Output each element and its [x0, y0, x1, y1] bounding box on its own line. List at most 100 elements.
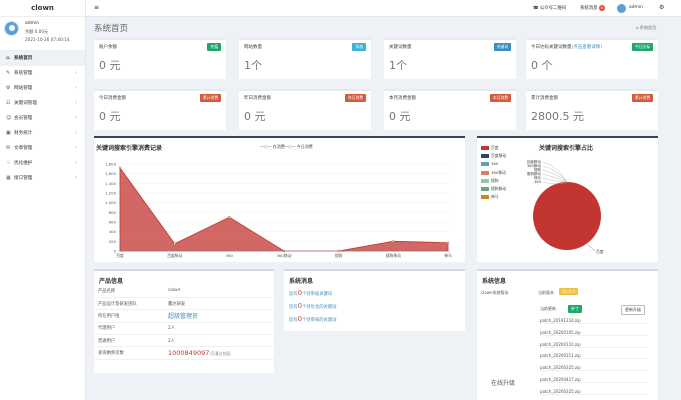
card-tag[interactable]: 累计消费: [199, 94, 221, 102]
stat-card: 网站数量 添加 1个: [239, 38, 371, 79]
card-tag[interactable]: 关键词: [493, 43, 511, 51]
patch-item[interactable]: patch_20200325.zip: [540, 365, 648, 372]
row-key: 普通用户: [94, 334, 164, 348]
row-value: 2人: [168, 338, 176, 344]
home-icon: ⌂: [636, 25, 639, 30]
consumption-chart-panel: 关键词搜索引擎消费记录 —○— 在消费 —○— 今日消费 1,800 1,600 1,4…: [94, 136, 465, 262]
table-row: 查询剩余次数 1000849097(可通过充值): [94, 346, 274, 360]
sidebar: clown admin 余额 0.00元 2021-10-26 07:40:14…: [0, 0, 86, 400]
breadcrumb-label: 系统首页: [639, 25, 657, 30]
card-value: 2800.5 元: [531, 110, 584, 123]
sidebar-item-4[interactable]: ☺ 会员管理 ‹: [0, 111, 85, 126]
leader-line: [542, 177, 568, 183]
patch-item[interactable]: patch_20200417.zip: [540, 377, 648, 383]
legend-label: —○— 在消费: [260, 143, 285, 149]
qr-code-link[interactable]: ☎ 公众号二维码: [533, 5, 566, 11]
msg-prefix: 您有: [289, 318, 298, 323]
y-tick-label: 200: [109, 239, 117, 244]
pie-slice: [533, 182, 601, 250]
row-value-cell: clown: [164, 285, 274, 298]
engine-pie-chart: 百度移动360移动搜狗搜狗移动神马360百度: [527, 159, 604, 254]
version-label: clown系统版本: [481, 290, 509, 295]
stat-card: 账户余额 充值 0 元: [94, 38, 226, 79]
card-tag[interactable]: 本月消费: [489, 94, 511, 102]
sidebar-item-label: 会员管理: [14, 116, 33, 121]
patch-item[interactable]: patch_20200105.zip: [540, 330, 648, 336]
breadcrumb[interactable]: ⌂系统首页: [636, 25, 656, 31]
menu-toggle-icon[interactable]: ≡: [94, 4, 99, 11]
card-tag[interactable]: 添加: [352, 43, 366, 51]
sidebar-item-5[interactable]: ▣ 财务统计 ‹: [0, 126, 85, 141]
row-key: 所在用户组: [94, 309, 164, 323]
data-point: [173, 242, 176, 245]
chevron-left-icon: ‹: [75, 175, 77, 181]
data-point: [392, 240, 395, 243]
card-tag[interactable]: 昨日消费: [344, 94, 366, 102]
sidebar-item-3[interactable]: ☷ 关键词管理 ‹: [0, 96, 85, 111]
card-tag[interactable]: 累计消费: [631, 94, 653, 102]
brand-logo[interactable]: clown: [0, 0, 85, 17]
user-panel: admin 余额 0.00元 2021-10-26 07:40:14: [0, 17, 85, 51]
card-value: 0 个: [531, 59, 553, 72]
product-info-table: 产品名称 clown 产品设计及研发团队 鑫达研发 所在用户组 超级管理员 代理用户 2人 普通…: [94, 285, 274, 360]
sidebar-item-8[interactable]: ▦ 接口管理 ‹: [0, 171, 85, 186]
patch-item[interactable]: patch_20200325.zip: [540, 389, 648, 395]
patch-item[interactable]: patch_20191216.zip: [540, 318, 648, 324]
sidebar-item-1[interactable]: ✎ 系统管理 ‹: [0, 66, 85, 81]
card-tag[interactable]: 充值: [207, 43, 221, 51]
stat-card: 关键词数量 关键词 1个: [384, 38, 516, 79]
page-title: 系统首页: [94, 24, 129, 34]
row-value: 超级管理员: [168, 313, 199, 321]
y-tick-label: 1,600: [105, 171, 116, 176]
patch-item[interactable]: patch_20200311.zip: [540, 353, 648, 360]
top-user-name[interactable]: admin: [629, 5, 643, 10]
chevron-left-icon: ‹: [75, 130, 77, 136]
row-value-cell: 1000849097(可通过充值): [164, 346, 274, 360]
y-tick-label: 1,200: [105, 191, 116, 196]
sidebar-menu: ⌂ 系统首页 ✎ 系统管理 ‹ ⚙ 网站管理 ‹ ☷ 关键词管理 ‹ ☺ 会员管理 ‹ ▣ 财务统计 ‹ ✉ 文章管…: [0, 51, 85, 186]
y-tick-label: 600: [109, 220, 117, 225]
sidebar-item-6[interactable]: ✉ 文章管理 ‹: [0, 141, 85, 156]
update-upgrade-button[interactable]: 更新升级: [621, 305, 645, 315]
y-tick-label: 1,000: [105, 200, 116, 205]
leader-line: [542, 169, 568, 183]
card-title: 关键词数量: [389, 45, 412, 50]
sidebar-item-label: 关键词管理: [14, 101, 37, 106]
card-value: 0 元: [244, 110, 266, 123]
pie-slice-label: 360: [534, 180, 542, 184]
menu-icon: ✉: [6, 145, 11, 151]
card-tag[interactable]: 今日达标: [631, 43, 653, 51]
data-point: [446, 241, 450, 245]
settings-gear-icon[interactable]: ⚙: [659, 4, 664, 11]
sidebar-item-0[interactable]: ⌂ 系统首页: [0, 51, 85, 66]
msg-text: 个待审核的关键词: [302, 318, 337, 323]
message-item[interactable]: 您有0个待审核的关键词: [289, 315, 336, 323]
table-row: 产品设计及研发团队 鑫达研发: [94, 297, 274, 311]
card-value: 1个: [244, 59, 262, 72]
row-value: clown: [168, 288, 181, 294]
table-row: 产品名称 clown: [94, 285, 274, 298]
message-item[interactable]: 您有0个待优化的关键词: [289, 302, 336, 310]
sidebar-item-2[interactable]: ⚙ 网站管理 ‹: [0, 81, 85, 96]
table-row: 普通用户 2人: [94, 334, 274, 348]
card-title: 昨日消费金额: [244, 96, 271, 101]
top-avatar[interactable]: [617, 4, 626, 13]
card-subtitle[interactable]: (点击查看详情): [572, 45, 603, 50]
row-value: 2人: [168, 326, 176, 332]
msg-prefix: 您有: [289, 292, 298, 297]
sidebar-item-label: 系统首页: [14, 56, 33, 61]
current-update-label: 当前更新: [540, 306, 556, 311]
msg-label: 系统消息: [580, 6, 598, 11]
msg-text: 个待优化的关键词: [302, 305, 337, 310]
system-messages-title: 系统消息: [289, 278, 314, 285]
menu-icon: ☷: [6, 100, 11, 106]
sidebar-item-7[interactable]: ♢ 优化维护 ‹: [0, 156, 85, 171]
card-title: 今日达标关键词数量(点击查看详情): [531, 45, 603, 50]
row-value-cell: 2人: [164, 322, 274, 336]
x-tick-label: 360移动: [277, 253, 292, 258]
message-item[interactable]: 您有0个待审核关键词: [289, 289, 332, 297]
system-message-link[interactable]: 系统消息 0: [580, 5, 605, 11]
patch-item[interactable]: patch_20200110.zip: [540, 342, 648, 348]
data-point: [228, 215, 231, 219]
avatar[interactable]: [4, 21, 19, 36]
